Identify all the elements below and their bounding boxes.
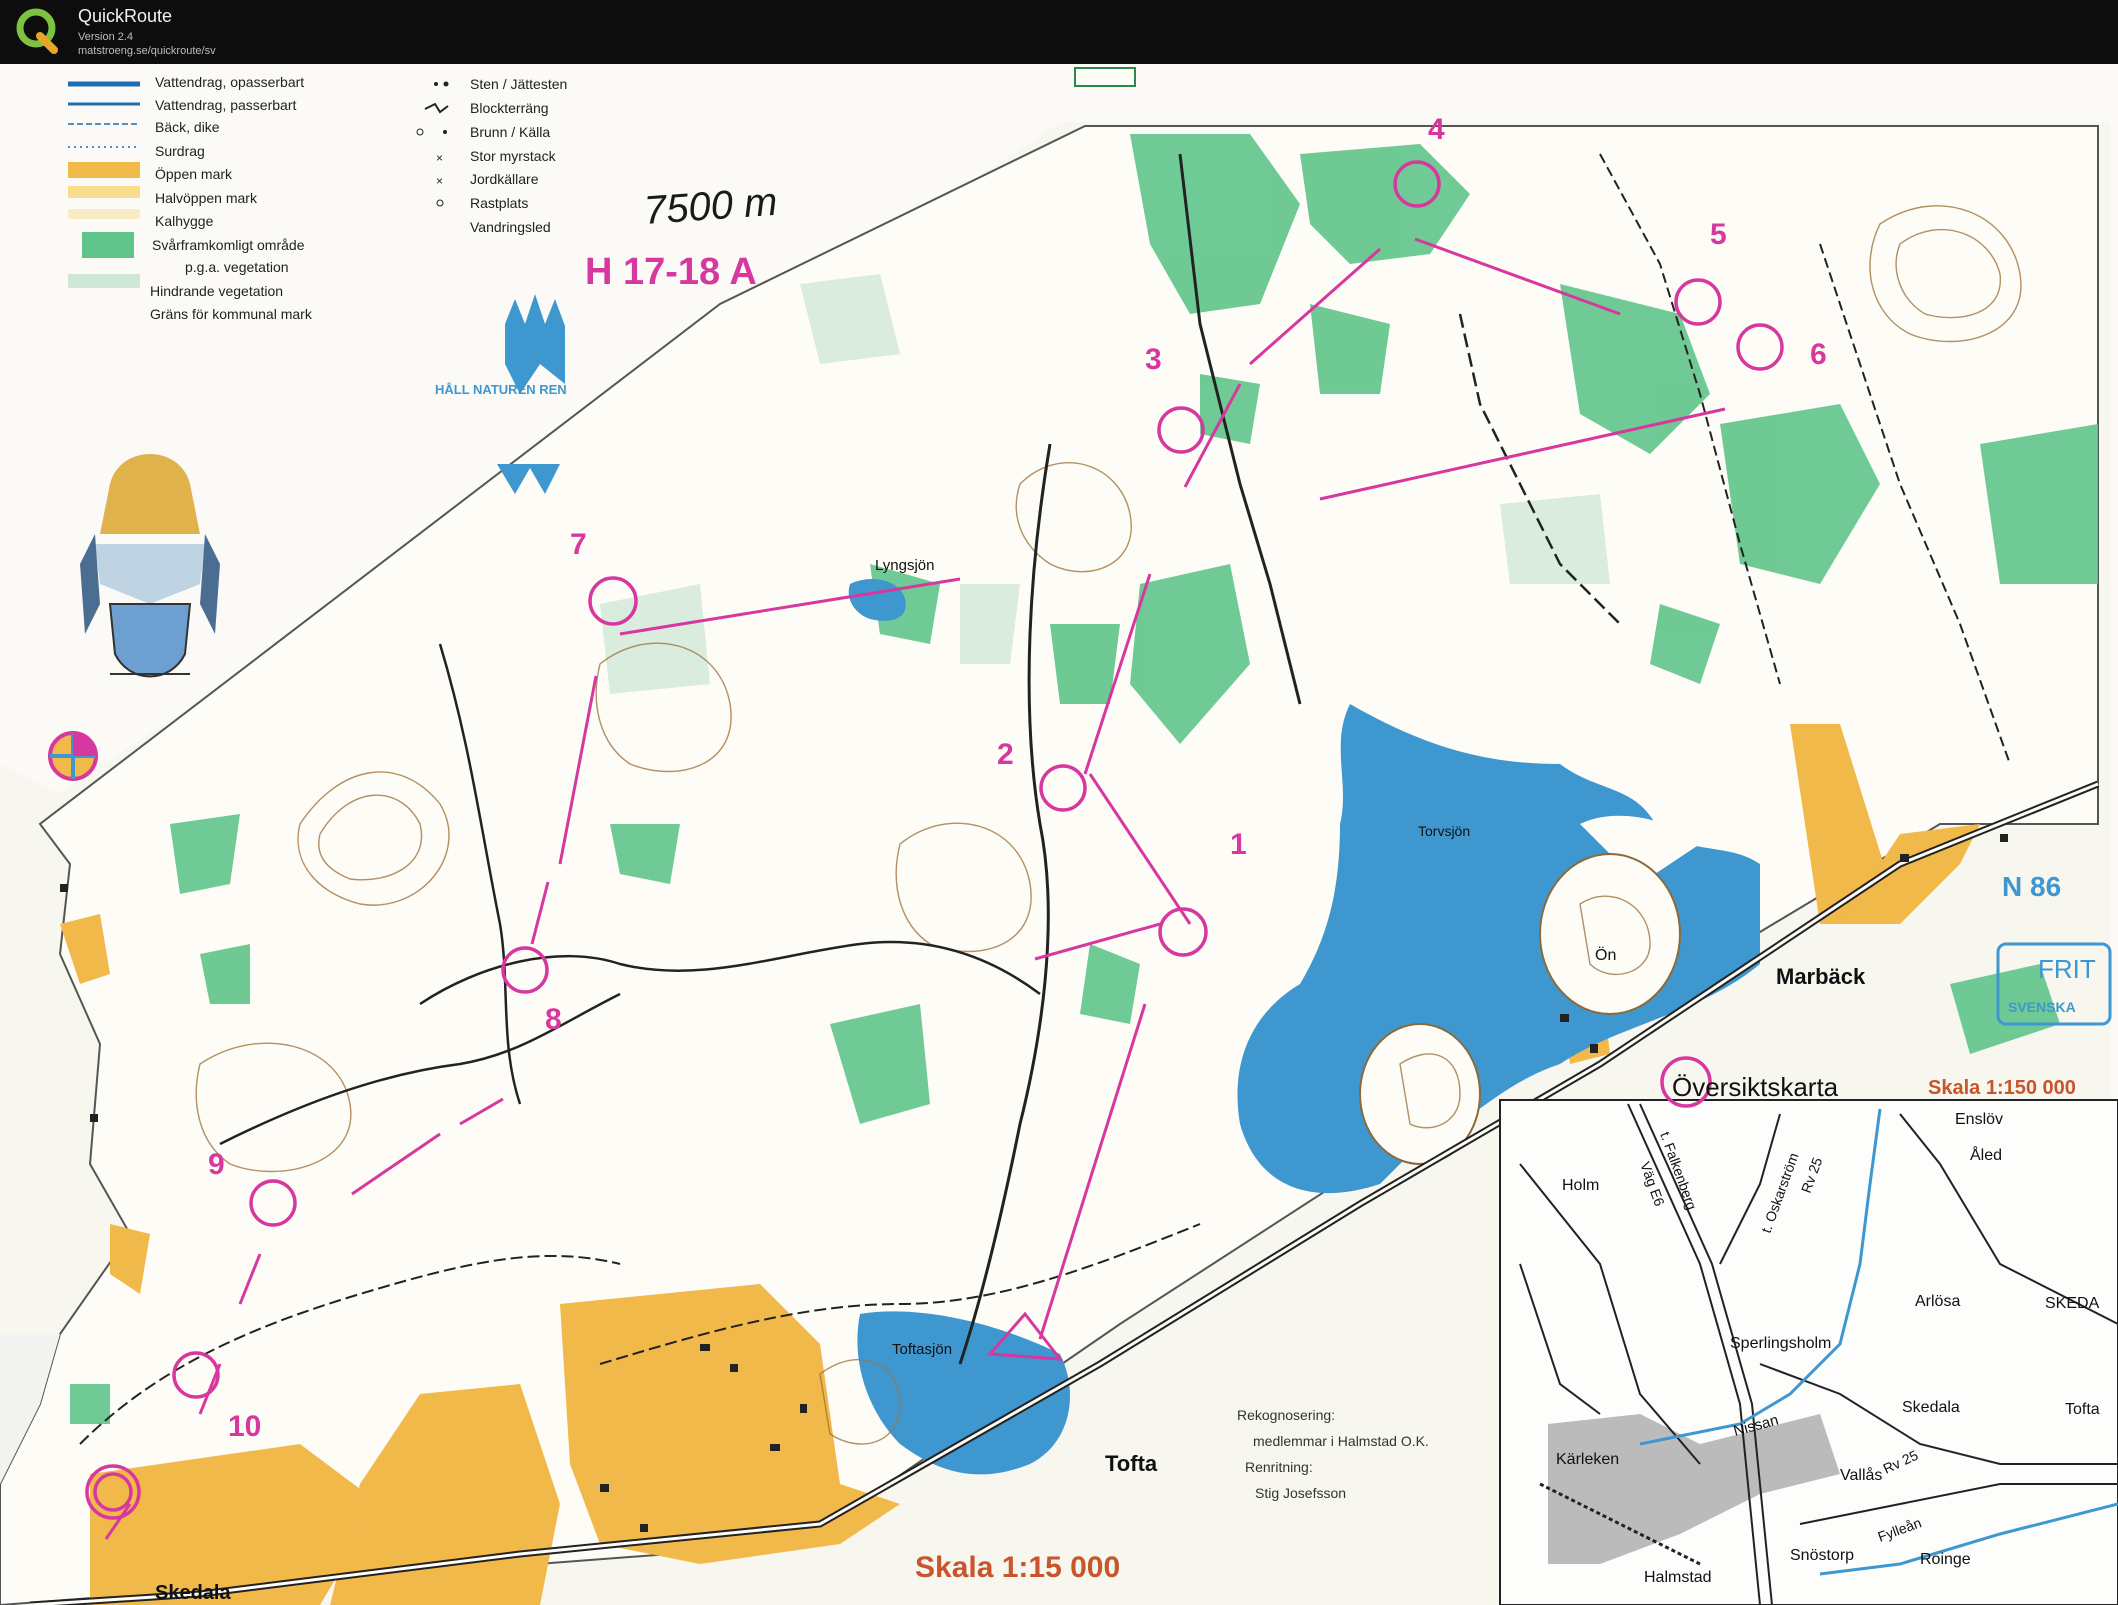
overview-place: Holm xyxy=(1562,1177,1599,1194)
overview-place: Enslöv xyxy=(1955,1111,2003,1128)
legend-item: Hindrande vegetation xyxy=(150,283,283,299)
legend-item: Vandringsled xyxy=(470,219,551,235)
place-marback: Marbäck xyxy=(1776,964,1866,989)
map-scale: Skala 1:15 000 xyxy=(915,1551,1120,1584)
legend-item: Halvöppen mark xyxy=(155,190,258,206)
legend-item: p.g.a. vegetation xyxy=(185,259,289,275)
quickroute-logo-icon xyxy=(16,8,58,54)
overview-scale: Skala 1:150 000 xyxy=(1928,1077,2076,1099)
control-number: 4 xyxy=(1428,113,1445,146)
place-lyngsjon: Lyngsjön xyxy=(875,557,935,574)
hall-naturen-ren-text: HÅLL NATUREN REN xyxy=(435,382,567,397)
legend-swatch-clearcut xyxy=(68,209,140,219)
legend-swatch-hindering xyxy=(68,274,140,288)
tree-water-icon xyxy=(505,294,565,394)
control-number: 8 xyxy=(545,1003,562,1036)
control-number: 9 xyxy=(208,1148,225,1181)
overview-title: Översiktskarta xyxy=(1672,1072,1839,1102)
control-number: 10 xyxy=(228,1410,261,1443)
control-number: 1 xyxy=(1230,828,1247,861)
orienteering-map[interactable]: Vattendrag, opasserbart Vattendrag, pass… xyxy=(0,64,2118,1605)
course-distance: 7500 m xyxy=(643,180,779,233)
svenska-label: SVENSKA xyxy=(2008,999,2076,1015)
overview-place: Sperlingsholm xyxy=(1730,1335,1831,1352)
credit-label: Rekognosering: xyxy=(1237,1407,1335,1423)
place-on: Ön xyxy=(1595,946,1616,964)
overview-place: Tofta xyxy=(2065,1401,2100,1418)
place-skedala: Skedala xyxy=(155,1582,231,1604)
legend-item: Öppen mark xyxy=(155,165,233,182)
app-title: QuickRoute xyxy=(78,6,173,26)
legend: Vattendrag, opasserbart Vattendrag, pass… xyxy=(68,74,567,322)
control-number: 3 xyxy=(1145,343,1162,376)
svg-text:×: × xyxy=(436,151,443,165)
grid-north-label: N 86 xyxy=(2002,871,2061,902)
overview-place: Halmstad xyxy=(1644,1569,1712,1586)
overview-place: Roinge xyxy=(1920,1551,1971,1568)
app-url[interactable]: matstroeng.se/quickroute/sv xyxy=(78,45,216,57)
legend-item: Rastplats xyxy=(470,195,528,211)
legend-symbols: ×× xyxy=(416,81,449,207)
overview-place: SKEDA xyxy=(2045,1295,2100,1312)
legend-item: Gräns för kommunal mark xyxy=(150,306,313,322)
legend-item: Kalhygge xyxy=(155,213,214,229)
legend-swatch-semiopen xyxy=(68,186,140,198)
legend-item: Blockterräng xyxy=(470,100,549,116)
credit-label: Renritning: xyxy=(1245,1459,1313,1475)
legend-item: Vattendrag, passerbart xyxy=(155,97,296,113)
credit-value: Stig Josefsson xyxy=(1255,1485,1346,1501)
fritid-label: FRIT xyxy=(2038,954,2096,984)
overview-place: Kärleken xyxy=(1556,1451,1619,1468)
overview-place: Skedala xyxy=(1902,1399,1960,1416)
hall-naturen-ren-sign: HÅLL NATUREN REN xyxy=(435,294,567,494)
legend-swatch-difficult xyxy=(82,232,134,258)
overview-place: Snöstorp xyxy=(1790,1547,1854,1564)
legend-item: Bäck, dike xyxy=(155,119,220,135)
compass-rose-icon xyxy=(48,731,98,781)
app-version: Version 2.4 xyxy=(78,31,134,43)
place-tofta: Tofta xyxy=(1105,1451,1158,1476)
control-number: 5 xyxy=(1710,218,1727,251)
control-number: 2 xyxy=(997,738,1014,771)
legend-item: Jordkällare xyxy=(470,171,539,187)
coat-of-arms-icon xyxy=(80,454,220,678)
overview-map: Översiktskarta Skala 1:150 000 Enslöv Ål… xyxy=(1499,1056,2118,1605)
credit-value: medlemmar i Halmstad O.K. xyxy=(1253,1433,1429,1449)
legend-item: Brunn / Källa xyxy=(470,124,550,140)
legend-item: Stor myrstack xyxy=(470,148,557,164)
place-toftasjon: Toftasjön xyxy=(892,1341,952,1358)
legend-swatch-open xyxy=(68,162,140,178)
overview-place: Åled xyxy=(1970,1145,2002,1164)
north-tab xyxy=(1074,67,1136,87)
legend-item: Svårframkomligt område xyxy=(152,237,305,253)
overview-place: Arlösa xyxy=(1915,1293,1960,1310)
legend-item: Sten / Jättesten xyxy=(470,76,567,92)
legend-item: Surdrag xyxy=(155,143,205,159)
legend-item: Vattendrag, opasserbart xyxy=(155,74,304,90)
place-torvsjon: Torvsjön xyxy=(1418,823,1470,839)
svg-text:×: × xyxy=(436,174,443,188)
control-number: 6 xyxy=(1810,338,1827,371)
overview-place: Vallås xyxy=(1840,1466,1882,1484)
control-number: 7 xyxy=(570,528,587,561)
map-canvas: Vattendrag, opasserbart Vattendrag, pass… xyxy=(0,67,2118,1605)
course-class: H 17-18 A xyxy=(585,251,757,293)
app-titlebar: QuickRoute Version 2.4 matstroeng.se/qui… xyxy=(0,0,2118,64)
island-on xyxy=(1539,853,1681,1015)
